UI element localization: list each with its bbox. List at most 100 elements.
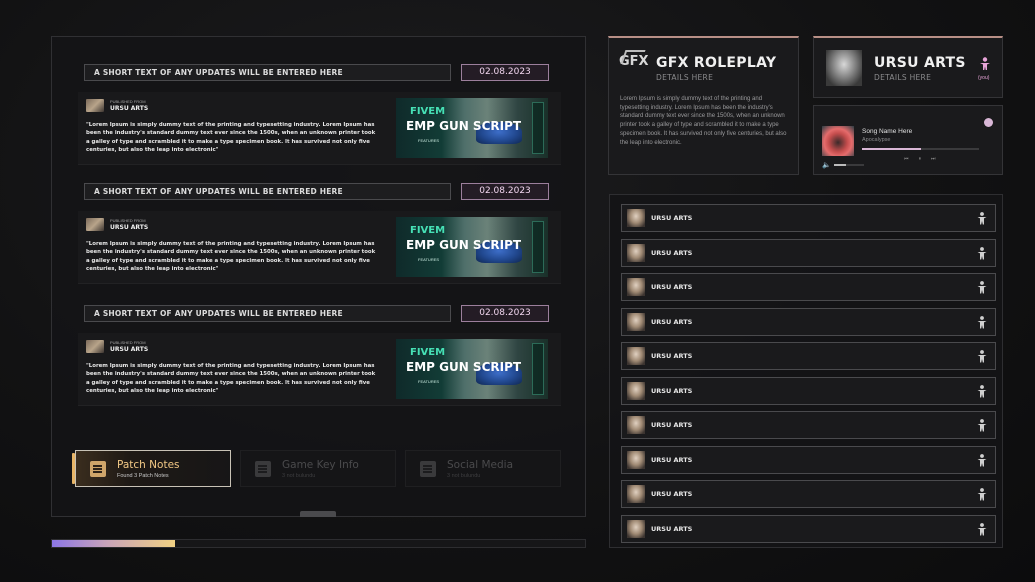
player-avatar — [627, 347, 645, 365]
player-avatar — [627, 312, 645, 331]
player-name: URSU ARTS — [651, 352, 693, 360]
player-row[interactable]: URSU ARTS — [621, 238, 996, 267]
patch-notes-panel: A SHORT TEXT OF ANY UPDATES WILL BE ENTE… — [51, 36, 586, 517]
thumb-title-3: FEATURES — [418, 138, 440, 143]
player-row[interactable]: URSU ARTS — [621, 411, 996, 439]
thumb-title-2: EMP GUN SCRIPT — [406, 119, 522, 133]
person-icon[interactable] — [977, 522, 987, 536]
person-icon[interactable] — [977, 419, 987, 432]
update-thumbnail[interactable]: FIVEM EMP GUN SCRIPT FEATURES — [396, 339, 548, 399]
song-progress-bar[interactable] — [862, 148, 979, 150]
author-avatar — [86, 99, 104, 112]
person-icon[interactable] — [977, 384, 987, 398]
thumb-title-3: FEATURES — [418, 379, 440, 384]
person-icon[interactable] — [977, 212, 987, 225]
gfx-logo: GFX — [619, 54, 649, 80]
player-list-panel: URSU ARTS URSU ARTS URSU ARTS URSU ARTS URSU… — [609, 194, 1003, 548]
person-icon[interactable] — [977, 246, 987, 260]
update-item: A SHORT TEXT OF ANY UPDATES WILL BE ENTE… — [78, 305, 561, 406]
update-title: A SHORT TEXT OF ANY UPDATES WILL BE ENTE… — [84, 305, 451, 322]
player-avatar — [627, 519, 645, 538]
profile-subtitle: DETAILS HERE — [874, 73, 932, 82]
thumb-sidebar — [532, 102, 544, 154]
thumb-title-1: FIVEM — [410, 106, 446, 117]
player-row[interactable]: URSU ARTS — [621, 514, 996, 543]
player-avatar — [627, 243, 645, 262]
player-row[interactable]: URSU ARTS — [621, 342, 996, 370]
player-row[interactable]: URSU ARTS — [621, 480, 996, 508]
song-progress-fill — [862, 148, 921, 150]
album-art — [822, 126, 854, 156]
update-thumbnail[interactable]: FIVEM EMP GUN SCRIPT FEATURES — [396, 98, 548, 158]
player-row[interactable]: URSU ARTS — [621, 445, 996, 474]
thumb-title-2: EMP GUN SCRIPT — [406, 360, 522, 374]
tab-game-key-info[interactable]: Game Key Info 3 not bulundu — [240, 450, 396, 487]
tab-sublabel: Found 3 Patch Notes — [117, 473, 169, 479]
thumb-sidebar — [532, 221, 544, 273]
playback-controls[interactable]: ⏮⏸⏭ — [904, 156, 946, 162]
volume-icon[interactable]: 🔈 — [822, 161, 831, 169]
server-description: Lorem Ipsum is simply dummy text of the … — [620, 96, 787, 146]
person-icon[interactable] — [977, 350, 987, 363]
thumb-title-3: FEATURES — [418, 257, 440, 262]
player-name: URSU ARTS — [651, 248, 693, 257]
player-avatar — [627, 209, 645, 227]
spotify-icon[interactable] — [984, 118, 993, 127]
update-item: A SHORT TEXT OF ANY UPDATES WILL BE ENTE… — [78, 64, 561, 165]
server-title: GFX ROLEPLAY — [656, 55, 777, 71]
player-avatar — [627, 381, 645, 400]
person-icon[interactable] — [977, 488, 987, 501]
scroll-handle[interactable] — [300, 511, 336, 517]
player-name: URSU ARTS — [651, 524, 693, 533]
update-header: A SHORT TEXT OF ANY UPDATES WILL BE ENTE… — [78, 183, 561, 200]
author-avatar — [86, 218, 104, 231]
you-label: (you) — [978, 75, 990, 81]
player-name: URSU ARTS — [651, 317, 693, 326]
tab-label: Social Media — [447, 459, 514, 471]
person-icon[interactable] — [977, 315, 987, 329]
song-artist: Apocalypse — [862, 137, 891, 143]
notes-icon — [255, 461, 271, 477]
thumb-sidebar — [532, 343, 544, 395]
profile-name: URSU ARTS — [874, 55, 966, 71]
profile-avatar — [826, 50, 862, 86]
player-name: URSU ARTS — [651, 214, 693, 222]
volume-fill — [834, 164, 846, 166]
player-avatar — [627, 278, 645, 296]
player-row[interactable]: URSU ARTS — [621, 204, 996, 232]
update-date: 02.08.2023 — [461, 64, 549, 81]
thumb-title-1: FIVEM — [410, 225, 446, 236]
tab-social-media[interactable]: Social Media 3 not bulundu — [405, 450, 561, 487]
update-thumbnail[interactable]: FIVEM EMP GUN SCRIPT FEATURES — [396, 217, 548, 277]
player-row[interactable]: URSU ARTS — [621, 273, 996, 301]
player-name: URSU ARTS — [651, 283, 693, 291]
thumb-title-2: EMP GUN SCRIPT — [406, 238, 522, 252]
update-date: 02.08.2023 — [461, 305, 549, 322]
person-icon[interactable] — [977, 453, 987, 467]
update-text: "Lorem Ipsum is simply dummy text of the… — [86, 122, 376, 153]
tab-label: Game Key Info — [282, 459, 359, 471]
player-name: URSU ARTS — [651, 421, 693, 429]
person-icon[interactable] — [977, 281, 987, 294]
author-avatar — [86, 340, 104, 353]
person-icon — [980, 57, 990, 70]
server-info-card: GFX GFX ROLEPLAY DETAILS HERE Lorem Ipsu… — [608, 36, 799, 175]
player-row[interactable]: URSU ARTS — [621, 307, 996, 336]
player-name: URSU ARTS — [651, 455, 693, 464]
update-body: PUBLISHED FROM URSU ARTS "Lorem Ipsum is… — [78, 92, 561, 165]
update-body: PUBLISHED FROM URSU ARTS "Lorem Ipsum is… — [78, 211, 561, 284]
update-title: A SHORT TEXT OF ANY UPDATES WILL BE ENTE… — [84, 183, 451, 200]
player-avatar — [627, 416, 645, 434]
player-row[interactable]: URSU ARTS — [621, 376, 996, 405]
author-name: URSU ARTS — [110, 346, 149, 353]
progress-fill — [52, 540, 175, 547]
player-name: URSU ARTS — [651, 490, 693, 498]
tab-patch-notes[interactable]: Patch Notes Found 3 Patch Notes — [72, 450, 231, 487]
notes-icon — [420, 461, 436, 477]
song-name: Song Name Here — [862, 128, 913, 135]
published-from-label: PUBLISHED FROM — [110, 99, 146, 104]
update-title: A SHORT TEXT OF ANY UPDATES WILL BE ENTE… — [84, 64, 451, 81]
volume-slider[interactable] — [834, 164, 864, 166]
author-name: URSU ARTS — [110, 105, 149, 112]
player-name: URSU ARTS — [651, 386, 693, 395]
